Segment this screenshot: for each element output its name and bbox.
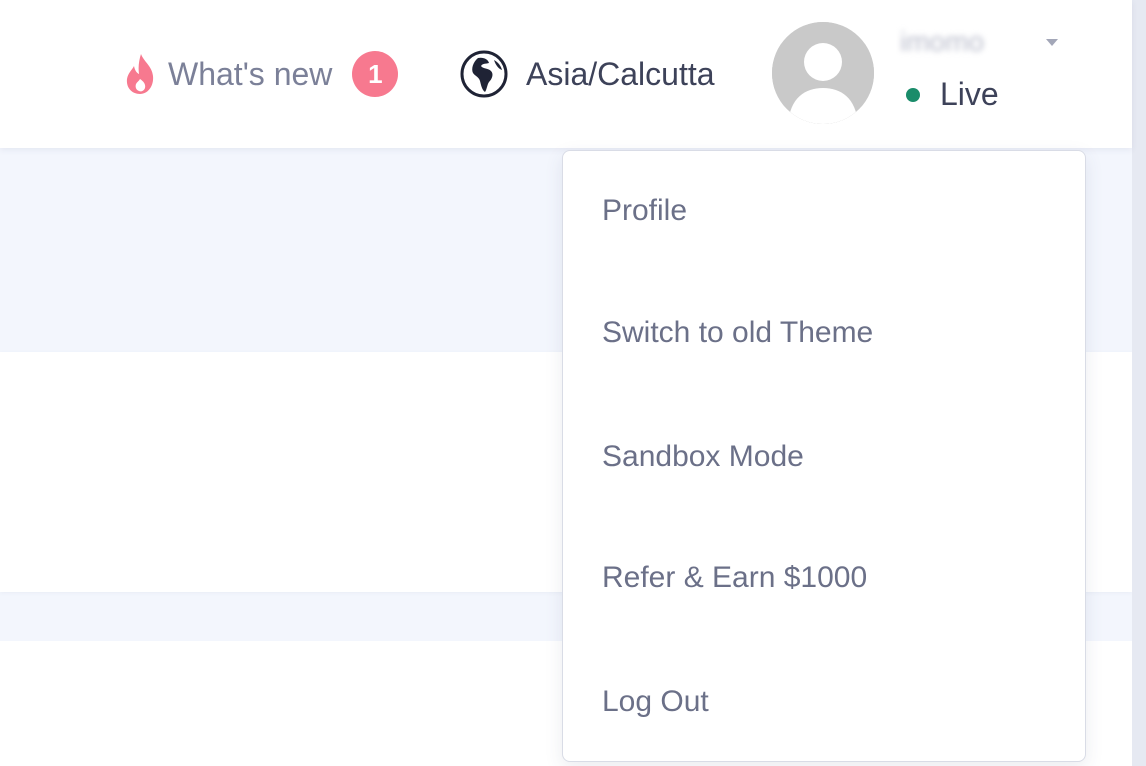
- timezone-label: Asia/Calcutta: [526, 55, 715, 92]
- username[interactable]: imomo: [900, 26, 984, 58]
- menu-item-profile[interactable]: Profile: [563, 181, 1085, 241]
- whats-new-button[interactable]: What's new 1: [122, 50, 399, 98]
- app-page: What's new 1 Asia/Calcutta imomo Live Pr…: [0, 0, 1146, 766]
- flame-icon: [126, 54, 154, 94]
- status-label: Live: [940, 76, 999, 112]
- menu-item-refer-earn[interactable]: Refer & Earn $1000: [563, 548, 1085, 608]
- timezone-selector[interactable]: Asia/Calcutta: [458, 48, 715, 100]
- account-status: Live: [906, 76, 999, 113]
- user-info: imomo Live: [898, 24, 1088, 124]
- scrollbar-track[interactable]: [1132, 0, 1146, 766]
- whats-new-label: What's new: [168, 55, 333, 92]
- notification-count-badge: 1: [352, 51, 399, 97]
- menu-item-sandbox-mode[interactable]: Sandbox Mode: [563, 427, 1085, 487]
- chevron-down-icon[interactable]: [1046, 39, 1058, 46]
- top-header: What's new 1 Asia/Calcutta imomo Live: [0, 0, 1132, 148]
- menu-item-log-out[interactable]: Log Out: [563, 672, 1085, 732]
- globe-icon: [460, 50, 508, 98]
- menu-item-switch-theme[interactable]: Switch to old Theme: [563, 303, 1085, 363]
- default-user-avatar-icon: [772, 22, 874, 124]
- status-dot-icon: [906, 87, 920, 102]
- user-avatar[interactable]: [772, 22, 874, 124]
- user-dropdown-menu: Profile Switch to old Theme Sandbox Mode…: [562, 150, 1086, 762]
